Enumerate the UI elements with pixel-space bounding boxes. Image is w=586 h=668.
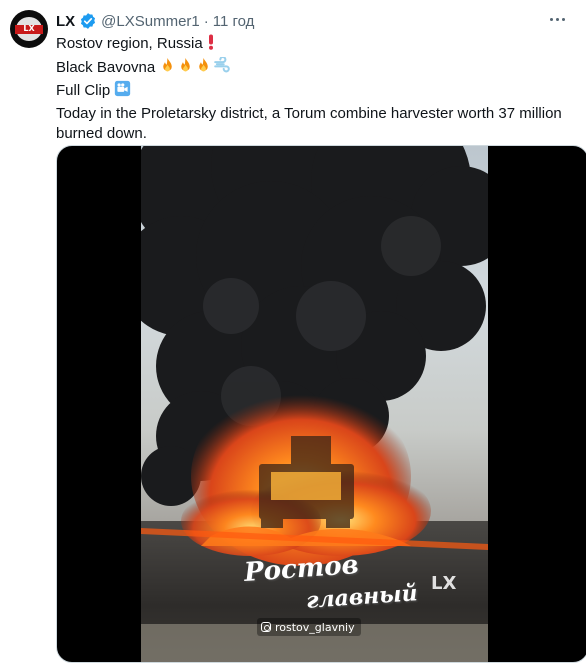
- author-name[interactable]: LX: [56, 13, 75, 30]
- source-handle-text: rostov_glavniy: [275, 620, 355, 634]
- tweet-text: Rostov region, Russia Black Bavovna Full…: [56, 34, 572, 145]
- avatar[interactable]: LX: [10, 10, 48, 48]
- red-exclamation-icon: [207, 34, 215, 57]
- author-handle[interactable]: @LXSummer1: [101, 13, 200, 30]
- tweet-line-3-text: Full Clip: [56, 82, 115, 99]
- avatar-label: LX: [23, 24, 35, 33]
- more-options-icon[interactable]: [544, 8, 570, 30]
- tweet-line-2-text: Black Bavovna: [56, 58, 160, 76]
- watermark-line1: Ростов: [243, 550, 360, 588]
- movie-camera-icon: [114, 80, 131, 104]
- watermark-mark: LX: [431, 573, 457, 594]
- tweet-line-2: Black Bavovna: [56, 55, 572, 81]
- source-handle-label: rostov_glavniy: [257, 618, 361, 636]
- fire-icon: [177, 57, 194, 81]
- tweet-line-1: Rostov region, Russia: [56, 34, 572, 57]
- fire-icon: [159, 57, 176, 81]
- media-card[interactable]: Ростов главный LX rostov_glavniy: [56, 145, 586, 663]
- fire-icon: [195, 57, 212, 81]
- instagram-icon: [261, 622, 271, 632]
- timestamp[interactable]: 11 год: [213, 13, 255, 30]
- video-frame[interactable]: Ростов главный LX rostov_glavniy: [141, 146, 488, 662]
- tweet-line-1-text: Rostov region, Russia: [56, 35, 207, 52]
- tweet-line-4: Today in the Proletarsky district, a Tor…: [56, 104, 562, 143]
- tweet-line-3: Full Clip: [56, 80, 572, 104]
- tweet-header: LX @LXSummer1 · 11 год: [56, 10, 254, 32]
- dash-icon: [213, 55, 231, 81]
- separator-dot: ·: [203, 12, 209, 30]
- verified-badge-icon: [79, 12, 97, 30]
